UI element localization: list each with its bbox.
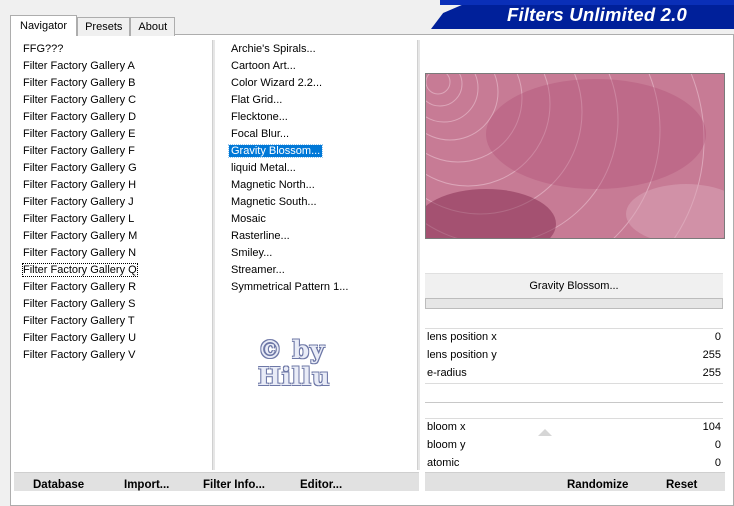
param-atomic[interactable]: atomic 0 (425, 455, 723, 472)
category-item-label: Filter Factory Gallery Q (22, 263, 138, 277)
watermark-line: Hillu (258, 362, 331, 391)
category-list[interactable]: FFG??? Filter Factory Gallery A Filter F… (21, 41, 211, 364)
slider-track (425, 402, 723, 403)
filter-item[interactable]: Rasterline... (229, 228, 414, 245)
filter-item[interactable]: Color Wizard 2.2... (229, 75, 414, 92)
randomize-button[interactable]: Randomize (567, 479, 628, 491)
category-item[interactable]: Filter Factory Gallery J (21, 194, 211, 211)
filter-item[interactable]: liquid Metal... (229, 160, 414, 177)
filter-item[interactable]: Archie's Spirals... (229, 41, 414, 58)
param-label: bloom y (427, 439, 466, 451)
category-item-selected[interactable]: Filter Factory Gallery Q (21, 262, 211, 279)
param-value: 0 (714, 439, 721, 451)
param-e-radius[interactable]: e-radius 255 (425, 365, 723, 382)
filter-item[interactable]: Focal Blur... (229, 126, 414, 143)
watermark-line: © by (258, 335, 326, 364)
param-bloom-y[interactable]: bloom y 0 (425, 437, 723, 454)
filter-info-button[interactable]: Filter Info... (203, 479, 265, 491)
tab-presets[interactable]: Presets (77, 17, 131, 36)
param-label: lens position y (427, 349, 497, 361)
filter-item[interactable]: Smiley... (229, 245, 414, 262)
param-label: lens position x (427, 331, 497, 343)
category-item[interactable]: Filter Factory Gallery A (21, 58, 211, 75)
category-item[interactable]: Filter Factory Gallery F (21, 143, 211, 160)
filter-item-label: Gravity Blossom... (227, 144, 324, 158)
category-item[interactable]: Filter Factory Gallery S (21, 296, 211, 313)
list-divider (417, 40, 420, 470)
param-value: 0 (714, 331, 721, 343)
filter-item[interactable]: Streamer... (229, 262, 414, 279)
reset-button[interactable]: Reset (666, 479, 697, 491)
filter-item[interactable]: Flat Grid... (229, 92, 414, 109)
filter-item[interactable]: Magnetic South... (229, 194, 414, 211)
param-bloom-x[interactable]: bloom x 104 (425, 419, 723, 436)
param-label: e-radius (427, 367, 467, 379)
app-title: Filters Unlimited 2.0 (507, 4, 687, 25)
category-item[interactable]: Filter Factory Gallery H (21, 177, 211, 194)
param-value: 255 (702, 367, 721, 379)
editor-button[interactable]: Editor... (300, 479, 342, 491)
category-item[interactable]: Filter Factory Gallery B (21, 75, 211, 92)
filter-list[interactable]: Archie's Spirals... Cartoon Art... Color… (227, 41, 414, 296)
param-lens-position-y[interactable]: lens position y 255 (425, 347, 723, 364)
filter-item[interactable]: Mosaic (229, 211, 414, 228)
category-item[interactable]: Filter Factory Gallery T (21, 313, 211, 330)
category-item[interactable]: Filter Factory Gallery R (21, 279, 211, 296)
filter-item[interactable]: Cartoon Art... (229, 58, 414, 75)
category-item[interactable]: Filter Factory Gallery D (21, 109, 211, 126)
filter-item-selected[interactable]: Gravity Blossom... (227, 143, 414, 160)
category-item[interactable]: Filter Factory Gallery N (21, 245, 211, 262)
category-item[interactable]: Filter Factory Gallery U (21, 330, 211, 347)
current-filter-name: Gravity Blossom... (425, 273, 723, 299)
import-button[interactable]: Import... (124, 479, 169, 491)
tab-bar: Navigator Presets About (10, 15, 176, 36)
param-value: 0 (714, 457, 721, 469)
filter-item[interactable]: Magnetic North... (229, 177, 414, 194)
preview-image (425, 73, 725, 239)
param-label: bloom x (427, 421, 466, 433)
filter-item[interactable]: Symmetrical Pattern 1... (229, 279, 414, 296)
database-button[interactable]: Database (33, 479, 84, 491)
list-divider (212, 40, 215, 470)
param-value: 104 (702, 421, 721, 433)
tab-about[interactable]: About (130, 17, 176, 36)
tab-navigator[interactable]: Navigator (10, 15, 78, 36)
category-item[interactable]: Filter Factory Gallery C (21, 92, 211, 109)
category-item[interactable]: Filter Factory Gallery V (21, 347, 211, 364)
filter-item[interactable]: Flecktone... (229, 109, 414, 126)
watermark: © by Hillu (258, 336, 348, 390)
category-item[interactable]: Filter Factory Gallery G (21, 160, 211, 177)
param-separator (425, 383, 723, 384)
param-value: 255 (702, 349, 721, 361)
param-label: atomic (427, 457, 460, 469)
category-item[interactable]: FFG??? (21, 41, 211, 58)
progress-bar (425, 298, 723, 309)
param-lens-position-x[interactable]: lens position x 0 (425, 329, 723, 346)
category-item[interactable]: Filter Factory Gallery E (21, 126, 211, 143)
preview-pattern (426, 74, 724, 238)
category-item[interactable]: Filter Factory Gallery L (21, 211, 211, 228)
slider-thumb[interactable] (538, 429, 552, 436)
category-item[interactable]: Filter Factory Gallery M (21, 228, 211, 245)
